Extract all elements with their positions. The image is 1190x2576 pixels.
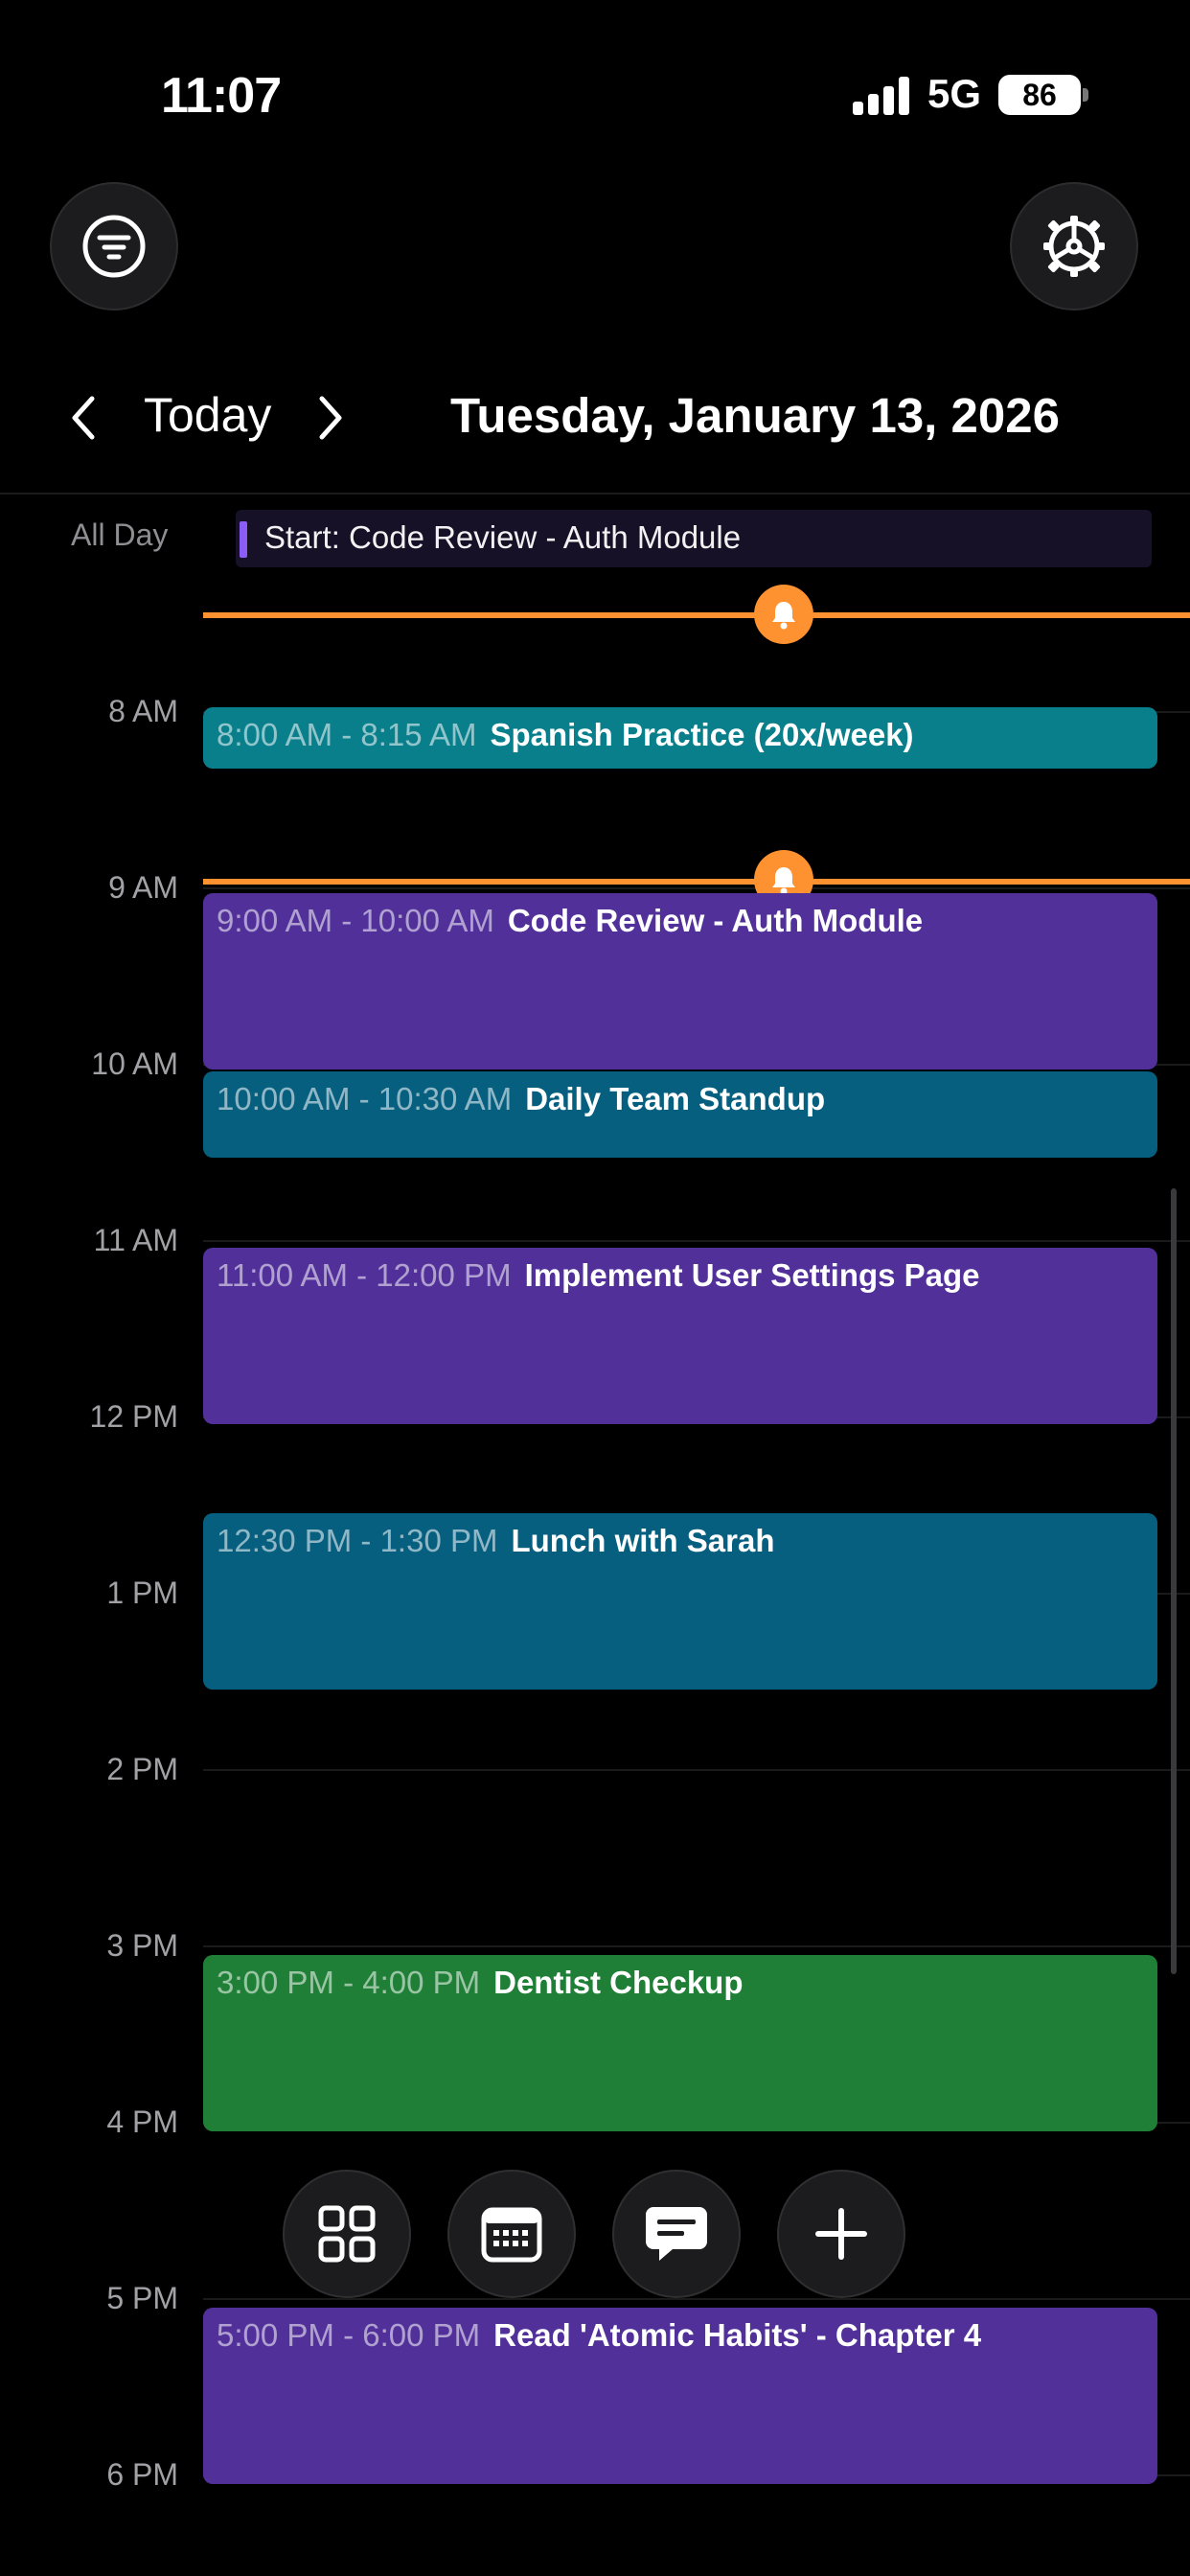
event-time: 12:30 PM - 1:30 PM bbox=[217, 1523, 498, 1558]
event-time: 5:00 PM - 6:00 PM bbox=[217, 2317, 481, 2353]
hour-label: 6 PM bbox=[106, 2457, 178, 2492]
event-block[interactable]: 11:00 AM - 12:00 PM Implement User Settin… bbox=[203, 1248, 1157, 1424]
hour-gridline bbox=[203, 1769, 1190, 1771]
header-divider bbox=[0, 493, 1190, 494]
grid-icon bbox=[318, 2205, 376, 2263]
chat-icon bbox=[646, 2207, 707, 2261]
hour-gridline bbox=[203, 887, 1190, 889]
event-time: 10:00 AM - 10:30 AM bbox=[217, 1081, 513, 1116]
hour-label: 4 PM bbox=[106, 2104, 178, 2139]
prev-day-button[interactable] bbox=[65, 393, 103, 448]
event-block[interactable]: 12:30 PM - 1:30 PM Lunch with Sarah bbox=[203, 1513, 1157, 1690]
add-event-button[interactable] bbox=[777, 2170, 905, 2298]
all-day-label: All Day bbox=[71, 518, 169, 552]
hour-label: 8 AM bbox=[108, 694, 178, 728]
reminder-line bbox=[203, 879, 1190, 885]
event-block[interactable]: 8:00 AM - 8:15 AM Spanish Practice (20x/w… bbox=[203, 707, 1157, 769]
network-label: 5G bbox=[927, 71, 982, 116]
hour-label: 12 PM bbox=[89, 1399, 178, 1434]
hour-label: 5 PM bbox=[106, 2281, 178, 2315]
grid-view-button[interactable] bbox=[283, 2170, 411, 2298]
chevron-left-icon bbox=[72, 396, 95, 440]
chat-button[interactable] bbox=[612, 2170, 741, 2298]
bell-icon bbox=[772, 867, 795, 895]
event-title: Dentist Checkup bbox=[493, 1965, 744, 2000]
plus-icon bbox=[815, 2208, 867, 2260]
all-day-event-title: Start: Code Review - Auth Module bbox=[264, 519, 742, 555]
event-block[interactable]: 3:00 PM - 4:00 PM Dentist Checkup bbox=[203, 1955, 1157, 2131]
event-time: 11:00 AM - 12:00 PM bbox=[217, 1257, 512, 1293]
hour-gridline bbox=[203, 2298, 1190, 2300]
event-block[interactable]: 10:00 AM - 10:30 AM Daily Team Standup bbox=[203, 1071, 1157, 1158]
event-title: Lunch with Sarah bbox=[511, 1523, 775, 1558]
signal-icon bbox=[853, 77, 910, 115]
today-button[interactable]: Today bbox=[144, 387, 271, 443]
event-block[interactable]: 9:00 AM - 10:00 AM Code Review - Auth Mod… bbox=[203, 893, 1157, 1070]
scrollbar[interactable] bbox=[1171, 1188, 1177, 1974]
all-day-event-accent bbox=[240, 521, 247, 558]
hour-gridline bbox=[203, 1945, 1190, 1947]
event-title: Daily Team Standup bbox=[525, 1081, 826, 1116]
reminder-marker[interactable] bbox=[754, 585, 813, 644]
hour-gridline bbox=[203, 1240, 1190, 1242]
hour-label: 9 AM bbox=[108, 870, 178, 905]
calendar-icon bbox=[481, 2207, 542, 2263]
filter-button[interactable] bbox=[50, 182, 178, 310]
gear-icon bbox=[1043, 216, 1105, 277]
hour-label: 3 PM bbox=[106, 1928, 178, 1963]
chevron-right-icon bbox=[319, 396, 342, 440]
battery-tip bbox=[1083, 88, 1088, 102]
event-title: Spanish Practice (20x/week) bbox=[490, 717, 914, 752]
event-block[interactable]: 5:00 PM - 6:00 PM Read 'Atomic Habits' - … bbox=[203, 2308, 1157, 2484]
event-title: Implement User Settings Page bbox=[524, 1257, 980, 1293]
event-time: 9:00 AM - 10:00 AM bbox=[217, 903, 494, 938]
event-title: Read 'Atomic Habits' - Chapter 4 bbox=[493, 2317, 982, 2353]
status-time: 11:07 bbox=[161, 68, 282, 124]
date-title: Tuesday, January 13, 2026 bbox=[450, 388, 1060, 443]
hour-label: 1 PM bbox=[106, 1576, 178, 1610]
settings-button[interactable] bbox=[1010, 182, 1138, 310]
event-time: 3:00 PM - 4:00 PM bbox=[217, 1965, 481, 2000]
calendar-view-button[interactable] bbox=[447, 2170, 576, 2298]
battery-indicator: 86 bbox=[998, 75, 1081, 115]
next-day-button[interactable] bbox=[310, 393, 349, 448]
filter-icon bbox=[82, 215, 146, 278]
event-title: Code Review - Auth Module bbox=[507, 903, 924, 938]
hour-label: 10 AM bbox=[91, 1046, 178, 1081]
hour-label: 2 PM bbox=[106, 1752, 178, 1786]
event-time: 8:00 AM - 8:15 AM bbox=[217, 717, 477, 752]
bell-icon bbox=[772, 602, 795, 630]
current-time-line bbox=[203, 612, 1190, 618]
hour-label: 11 AM bbox=[93, 1223, 178, 1257]
